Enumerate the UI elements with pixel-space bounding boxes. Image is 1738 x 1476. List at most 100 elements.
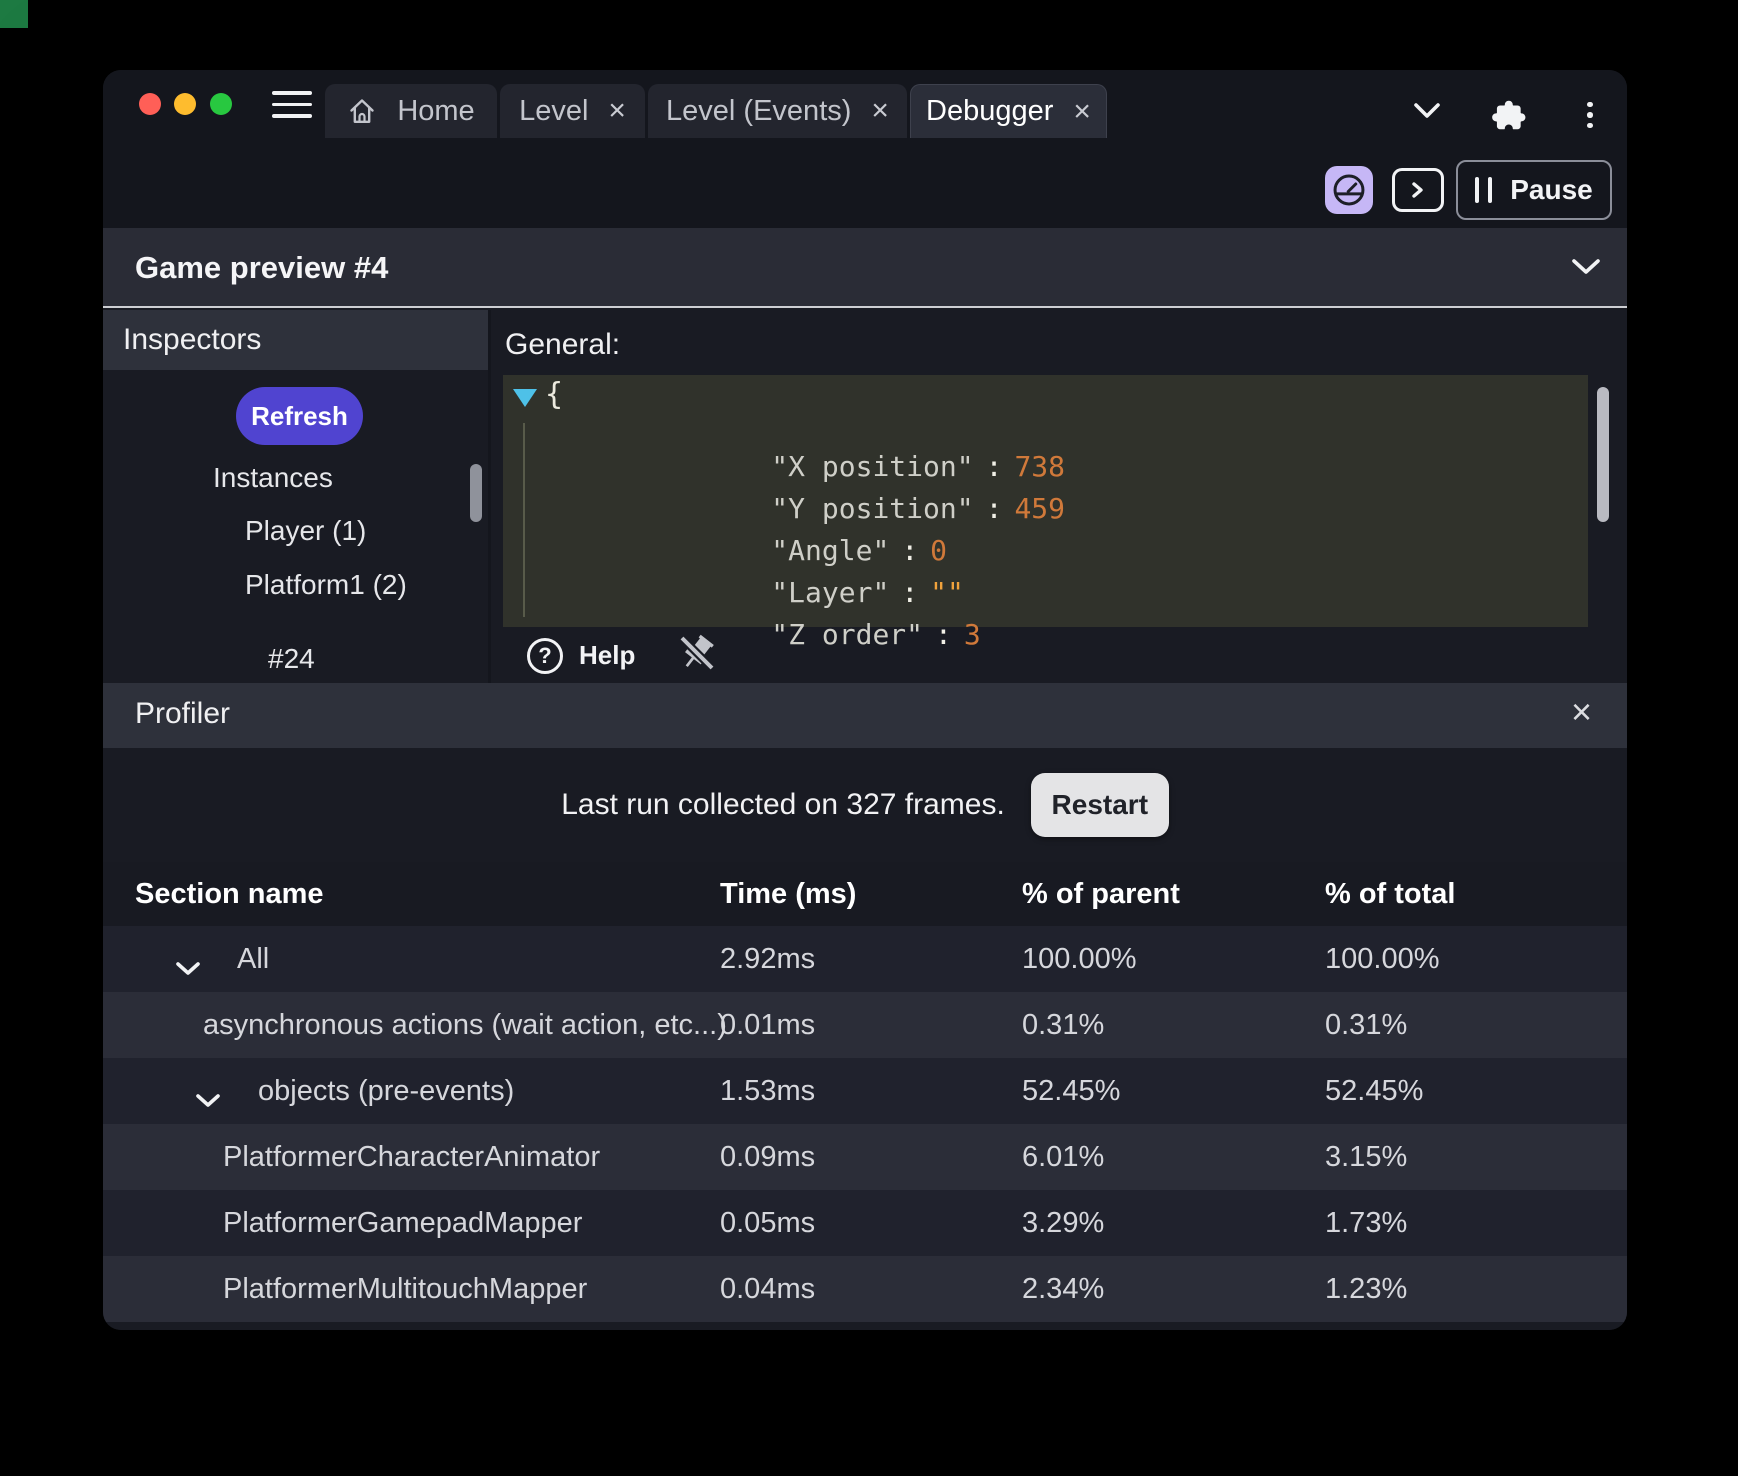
close-window-button[interactable] [139, 93, 161, 115]
tree-item-instance-24[interactable]: #24 [268, 643, 315, 675]
pct-total-value: 1.23% [1325, 1273, 1408, 1305]
tree-item-player[interactable]: Player (1) [245, 515, 366, 547]
profiler-panel: Profiler × Last run collected on 327 fra… [103, 683, 1627, 1330]
col-section-name: Section name [135, 878, 324, 910]
help-icon[interactable]: ? [527, 637, 563, 674]
pause-icon [1475, 177, 1493, 203]
tab-home[interactable]: Home [325, 84, 497, 138]
inspectors-header: Inspectors [103, 310, 489, 370]
close-profiler-icon[interactable]: × [1571, 691, 1592, 733]
tree-item-instances[interactable]: Instances [213, 462, 333, 494]
unpin-icon[interactable] [677, 632, 717, 679]
time-value: 2.92ms [720, 943, 816, 975]
pause-label: Pause [1510, 174, 1593, 205]
pct-total-value: 52.45% [1325, 1075, 1424, 1107]
time-value: 0.01ms [720, 1009, 816, 1041]
gauge-icon [1331, 172, 1367, 208]
general-panel: General: { "X position":738 "Y position"… [491, 310, 1627, 683]
inspectors-panel: Inspectors Refresh Instances Player (1) … [103, 310, 491, 683]
zoom-window-button[interactable] [210, 93, 232, 115]
inspector-area: Inspectors Refresh Instances Player (1) … [103, 310, 1627, 683]
desktop-corner [0, 0, 28, 28]
table-row[interactable]: PlatformerMultitouchMapper 0.04ms 2.34% … [103, 1256, 1627, 1322]
desktop: Home Level × Level (Events) × Debugger × [0, 0, 1738, 1476]
help-row: ? Help [527, 632, 717, 679]
table-row[interactable]: PlatformerGamepadMapper 0.05ms 3.29% 1.7… [103, 1190, 1627, 1256]
hamburger-menu-icon[interactable] [272, 91, 312, 118]
json-colon: : [935, 618, 952, 651]
collapse-chevron-icon[interactable] [1571, 258, 1601, 281]
pct-total-value: 0.31% [1325, 1009, 1408, 1041]
inspectors-scrollbar[interactable] [470, 464, 482, 522]
section-name: objects (pre-events) [258, 1075, 515, 1107]
pct-total-value: 3.15% [1325, 1141, 1408, 1173]
section-name: PlatformerGamepadMapper [223, 1207, 583, 1239]
tab-label: Level [519, 94, 589, 127]
tab-level-events[interactable]: Level (Events) × [648, 84, 907, 138]
profiler-status-text: Last run collected on 327 frames. [561, 788, 1005, 821]
kebab-menu-icon[interactable] [1577, 96, 1603, 134]
pct-parent-value: 3.29% [1022, 1207, 1105, 1239]
json-value: 459 [1014, 492, 1066, 525]
profiler-header: Profiler × [103, 683, 1627, 748]
restart-button[interactable]: Restart [1030, 773, 1169, 837]
console-button[interactable] [1392, 168, 1444, 212]
close-tab-icon[interactable]: × [1073, 96, 1091, 127]
profiler-status-row: Last run collected on 327 frames. Restar… [103, 773, 1627, 837]
pause-button[interactable]: Pause [1456, 160, 1612, 220]
time-value: 0.09ms [720, 1141, 816, 1173]
col-pct-total: % of total [1325, 878, 1456, 910]
pct-total-value: 100.00% [1325, 943, 1440, 975]
profiler-table-header: Section name Time (ms) % of parent % of … [103, 862, 1627, 926]
general-scrollbar[interactable] [1597, 387, 1609, 522]
tree-item-platform1[interactable]: Platform1 (2) [245, 569, 407, 601]
debugger-window: Home Level × Level (Events) × Debugger × [103, 70, 1627, 1330]
tab-level[interactable]: Level × [500, 84, 645, 138]
expand-triangle-icon[interactable] [513, 389, 537, 407]
json-colon: : [985, 492, 1003, 525]
tab-label: Debugger [926, 95, 1054, 127]
chevron-down-icon[interactable] [175, 952, 201, 985]
pct-parent-value: 2.34% [1022, 1273, 1105, 1305]
refresh-button[interactable]: Refresh [236, 387, 363, 445]
section-name: All [237, 943, 270, 975]
close-tab-icon[interactable]: × [871, 96, 889, 126]
close-tab-icon[interactable]: × [608, 96, 626, 126]
json-key: "Z order" [771, 618, 924, 651]
help-label: Help [579, 640, 636, 670]
pct-parent-value: 0.31% [1022, 1009, 1105, 1041]
game-preview-header[interactable]: Game preview #4 [103, 228, 1627, 308]
table-row[interactable]: objects (pre-events) 1.53ms 52.45% 52.45… [103, 1058, 1627, 1124]
profiler-toggle-button[interactable] [1325, 166, 1373, 214]
section-name: asynchronous actions (wait action, etc..… [203, 1009, 727, 1041]
titlebar: Home Level × Level (Events) × Debugger × [103, 70, 1627, 228]
tab-label: Level (Events) [666, 94, 852, 127]
chevron-down-icon[interactable] [195, 1084, 221, 1117]
game-preview-title: Game preview #4 [135, 250, 389, 285]
time-value: 1.53ms [720, 1075, 816, 1107]
col-pct-parent: % of parent [1022, 878, 1180, 910]
time-value: 0.05ms [720, 1207, 816, 1239]
section-name: PlatformerCharacterAnimator [223, 1141, 601, 1173]
tab-label: Home [397, 94, 475, 127]
general-title: General: [505, 328, 621, 361]
tab-debugger[interactable]: Debugger × [910, 84, 1107, 138]
pct-parent-value: 100.00% [1022, 943, 1137, 975]
table-row[interactable]: asynchronous actions (wait action, etc..… [103, 992, 1627, 1058]
json-value: 3 [963, 618, 981, 651]
pct-parent-value: 52.45% [1022, 1075, 1121, 1107]
json-inspector: { "X position":738 "Y position":459 "Ang… [503, 375, 1588, 651]
table-row[interactable]: PlatformerCharacterAnimator 0.09ms 6.01%… [103, 1124, 1627, 1190]
minimize-window-button[interactable] [174, 93, 196, 115]
inspectors-title: Inspectors [123, 323, 262, 356]
home-icon [347, 96, 377, 126]
section-name: PlatformerMultitouchMapper [223, 1273, 588, 1305]
chevron-down-icon[interactable] [1413, 102, 1441, 120]
profiler-title: Profiler [135, 697, 231, 730]
pct-total-value: 1.73% [1325, 1207, 1408, 1239]
table-row[interactable]: All 2.92ms 100.00% 100.00% [103, 926, 1627, 992]
pct-parent-value: 6.01% [1022, 1141, 1105, 1173]
time-value: 0.04ms [720, 1273, 816, 1305]
extensions-puzzle-icon[interactable] [1489, 96, 1527, 134]
tree-guide-line [523, 423, 525, 617]
